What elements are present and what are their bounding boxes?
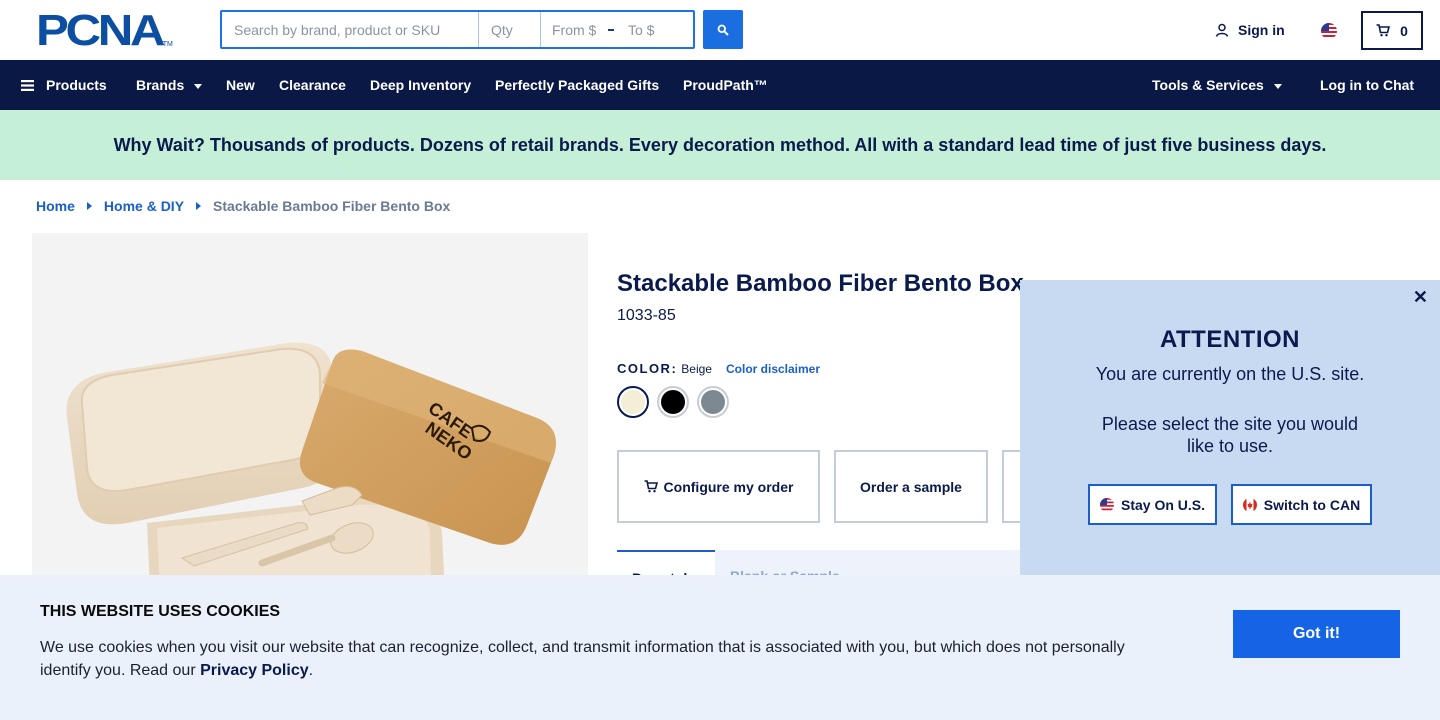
main-nav: Products Brands New Clearance Deep Inven… bbox=[0, 60, 1440, 110]
attention-prompt: Please select the site you would like to… bbox=[1101, 414, 1359, 456]
nav-tools-services[interactable]: Tools & Services bbox=[1152, 60, 1282, 110]
nav-new-label: New bbox=[226, 77, 255, 93]
color-label: COLOR: bbox=[617, 361, 678, 376]
breadcrumb-arrow-icon bbox=[196, 202, 202, 210]
logo-trademark: TM bbox=[162, 41, 173, 48]
nav-deep-inventory[interactable]: Deep Inventory bbox=[370, 60, 471, 110]
close-icon[interactable]: ✕ bbox=[1413, 288, 1428, 306]
nav-products[interactable]: Products bbox=[21, 60, 107, 110]
us-flag-icon[interactable] bbox=[1321, 23, 1337, 39]
nav-gifts[interactable]: Perfectly Packaged Gifts bbox=[495, 60, 659, 110]
nav-chat-label: Log in to Chat bbox=[1320, 77, 1415, 93]
cart-count: 0 bbox=[1400, 22, 1408, 39]
nav-brands-label: Brands bbox=[136, 77, 185, 93]
logo-text: PCNA bbox=[36, 6, 166, 55]
qty-input[interactable] bbox=[479, 12, 541, 47]
sign-in-label: Sign in bbox=[1238, 22, 1285, 38]
nav-deep-inventory-label: Deep Inventory bbox=[370, 77, 472, 93]
attention-message: You are currently on the U.S. site. bbox=[1095, 364, 1365, 384]
stay-us-label: Stay On U.S. bbox=[1120, 496, 1206, 513]
cookie-text: We use cookies when you visit our websit… bbox=[40, 636, 1150, 682]
breadcrumb-home[interactable]: Home bbox=[36, 198, 75, 214]
configure-order-button[interactable]: Configure my order bbox=[617, 450, 820, 523]
switch-can-label: Switch to CAN bbox=[1263, 496, 1361, 513]
price-from-input[interactable] bbox=[552, 21, 606, 38]
breadcrumb: Home Home & DIY Stackable Bamboo Fiber B… bbox=[36, 198, 450, 214]
search-input[interactable] bbox=[222, 12, 479, 47]
search-button[interactable] bbox=[703, 10, 743, 49]
cookie-title: THIS WEBSITE USES COOKIES bbox=[40, 603, 281, 620]
color-row: COLOR: Beige Color disclaimer bbox=[617, 361, 820, 376]
order-sample-button[interactable]: Order a sample bbox=[834, 450, 988, 523]
cart-button[interactable]: 0 bbox=[1361, 11, 1423, 50]
nav-tools-label: Tools & Services bbox=[1152, 77, 1264, 93]
product-title: Stackable Bamboo Fiber Bento Box bbox=[617, 270, 1024, 297]
product-sku: 1033-85 bbox=[617, 307, 676, 324]
cart-icon bbox=[1376, 24, 1391, 37]
nav-clearance-label: Clearance bbox=[279, 77, 346, 93]
product-image[interactable]: CAFE NEKO bbox=[32, 233, 588, 633]
color-swatches bbox=[617, 386, 729, 418]
cookie-banner: THIS WEBSITE USES COOKIES We use cookies… bbox=[0, 575, 1440, 720]
user-icon bbox=[1215, 23, 1229, 37]
stay-us-button[interactable]: Stay On U.S. bbox=[1088, 484, 1217, 525]
configure-order-label: Configure my order bbox=[663, 478, 794, 495]
canada-flag-icon bbox=[1242, 497, 1257, 512]
nav-clearance[interactable]: Clearance bbox=[279, 60, 346, 110]
sign-in-link[interactable]: Sign in bbox=[1215, 22, 1285, 38]
pcna-logo[interactable]: PCNA TM bbox=[36, 6, 173, 55]
nav-proudpath-label: ProudPath™ bbox=[683, 77, 768, 93]
nav-gifts-label: Perfectly Packaged Gifts bbox=[495, 77, 660, 93]
price-to-input[interactable] bbox=[628, 21, 682, 38]
breadcrumb-category[interactable]: Home & DIY bbox=[104, 198, 184, 214]
promo-banner: Why Wait? Thousands of products. Dozens … bbox=[0, 110, 1440, 180]
nav-products-label: Products bbox=[46, 77, 107, 93]
top-header: PCNA TM Sign in bbox=[0, 0, 1440, 60]
chevron-down-icon bbox=[1273, 83, 1282, 89]
nav-chat-login[interactable]: Log in to Chat bbox=[1320, 60, 1414, 110]
price-range bbox=[541, 12, 693, 47]
breadcrumb-arrow-icon bbox=[86, 202, 92, 210]
nav-brands[interactable]: Brands bbox=[136, 60, 203, 110]
attention-title: ATTENTION bbox=[1159, 326, 1301, 353]
order-sample-label: Order a sample bbox=[860, 478, 962, 495]
color-value: Beige bbox=[681, 362, 712, 376]
switch-can-button[interactable]: Switch to CAN bbox=[1231, 484, 1372, 525]
promo-text: Why Wait? Thousands of products. Dozens … bbox=[113, 134, 1327, 155]
page: PCNA TM Sign in bbox=[0, 0, 1440, 720]
swatch-gray[interactable] bbox=[697, 386, 729, 418]
bento-box-illustration: CAFE NEKO bbox=[66, 342, 556, 633]
us-flag-icon bbox=[1099, 497, 1114, 512]
swatch-black[interactable] bbox=[657, 386, 689, 418]
price-range-dash bbox=[608, 28, 614, 31]
search-bar bbox=[220, 10, 695, 49]
region-attention-modal: ✕ ATTENTION You are currently on the U.S… bbox=[1020, 280, 1440, 580]
breadcrumb-current: Stackable Bamboo Fiber Bento Box bbox=[213, 198, 451, 214]
chevron-down-icon bbox=[194, 83, 203, 89]
cookie-accept-button[interactable]: Got it! bbox=[1233, 610, 1400, 658]
search-icon bbox=[717, 24, 729, 36]
color-disclaimer-link[interactable]: Color disclaimer bbox=[726, 362, 820, 376]
cookie-period: . bbox=[308, 662, 314, 679]
privacy-policy-link[interactable]: Privacy Policy bbox=[200, 662, 309, 679]
nav-proudpath[interactable]: ProudPath™ bbox=[683, 60, 768, 110]
nav-new[interactable]: New bbox=[226, 60, 255, 110]
menu-icon bbox=[21, 79, 34, 91]
cart-icon bbox=[644, 480, 658, 493]
swatch-beige[interactable] bbox=[617, 386, 649, 418]
